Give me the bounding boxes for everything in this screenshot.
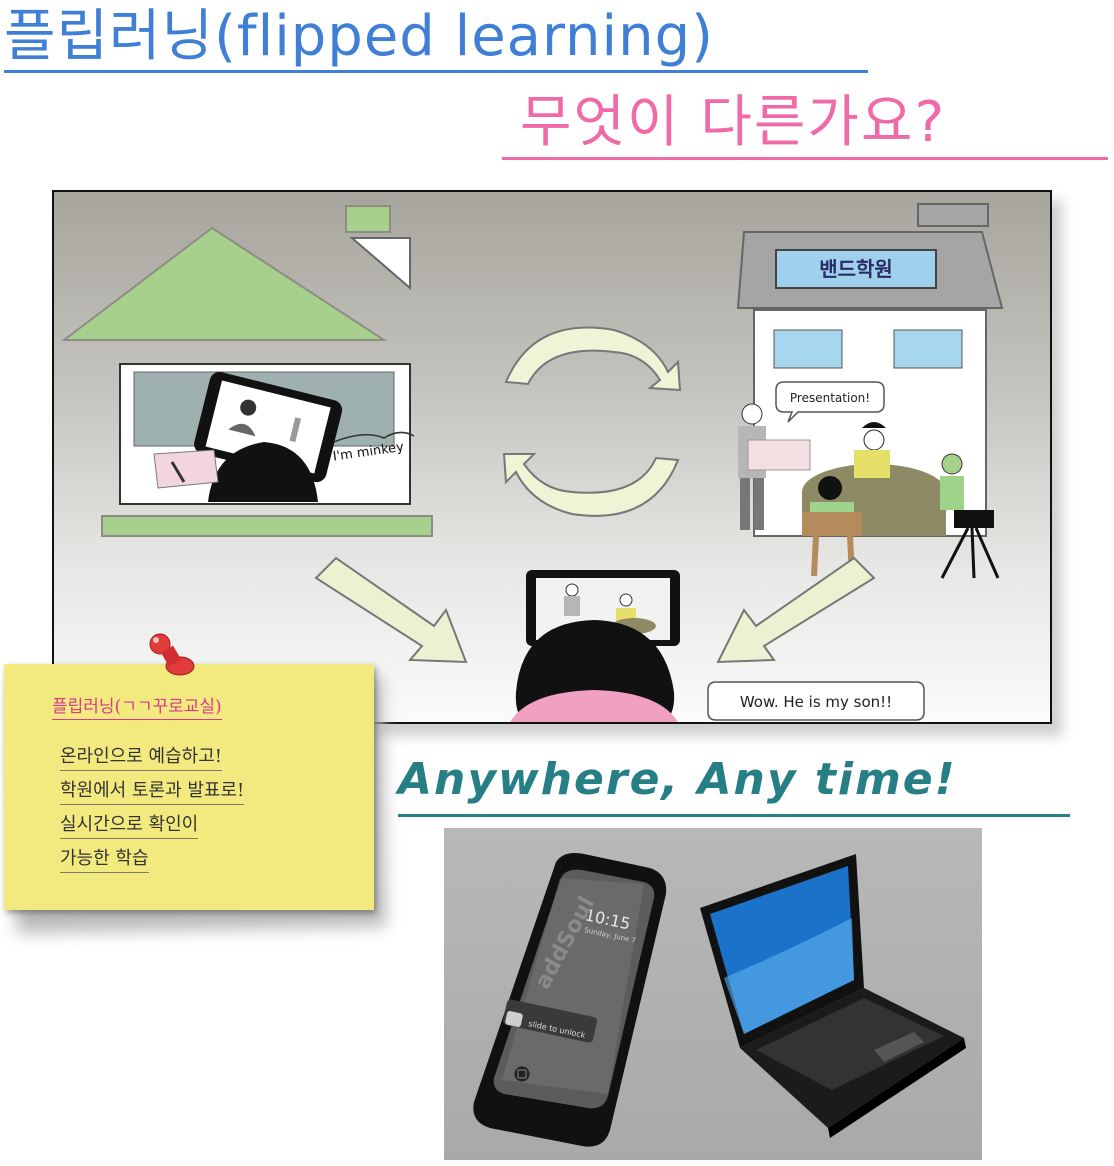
- academy-sign: 밴드학원: [819, 257, 893, 281]
- cycle-arrows: [502, 326, 682, 517]
- note-line: 가능한 학습: [60, 844, 149, 873]
- note-line: 실시간으로 확인이: [60, 810, 199, 839]
- subtitle-underline: [502, 157, 1108, 160]
- laptop-icon: [700, 854, 966, 1138]
- pushpin-icon: [149, 633, 195, 676]
- presentation-bubble: Presentation!: [790, 391, 870, 405]
- devices-illustration: 10:15 Sunday, June 7 addSoul slide to un…: [444, 828, 982, 1160]
- sticky-note: 플립러닝(ㄱㄱ꾸로교실) 온라인으로 예습하고! 학원에서 토론과 발표로! 실…: [4, 664, 374, 910]
- tagline: Anywhere, Any time!: [398, 754, 957, 805]
- page-title: 플립러닝(flipped learning): [4, 4, 714, 69]
- smartphone-icon: 10:15 Sunday, June 7 addSoul slide to un…: [473, 853, 667, 1147]
- house-illustration: I'm minkey: [61, 205, 433, 537]
- parent-illustration: Wow. He is my son!!: [510, 570, 925, 722]
- note-line: 온라인으로 예습하고!: [60, 742, 222, 771]
- note-line: 학원에서 토론과 발표로!: [60, 776, 245, 805]
- tagline-underline: [398, 814, 1070, 817]
- title-underline: [4, 70, 868, 73]
- academy-illustration: 밴드학원 Presentation!: [736, 203, 1004, 579]
- page-subtitle: 무엇이 다른가요?: [520, 90, 947, 155]
- note-title: 플립러닝(ㄱㄱ꾸로교실): [52, 692, 222, 720]
- parent-bubble: Wow. He is my son!!: [740, 693, 892, 711]
